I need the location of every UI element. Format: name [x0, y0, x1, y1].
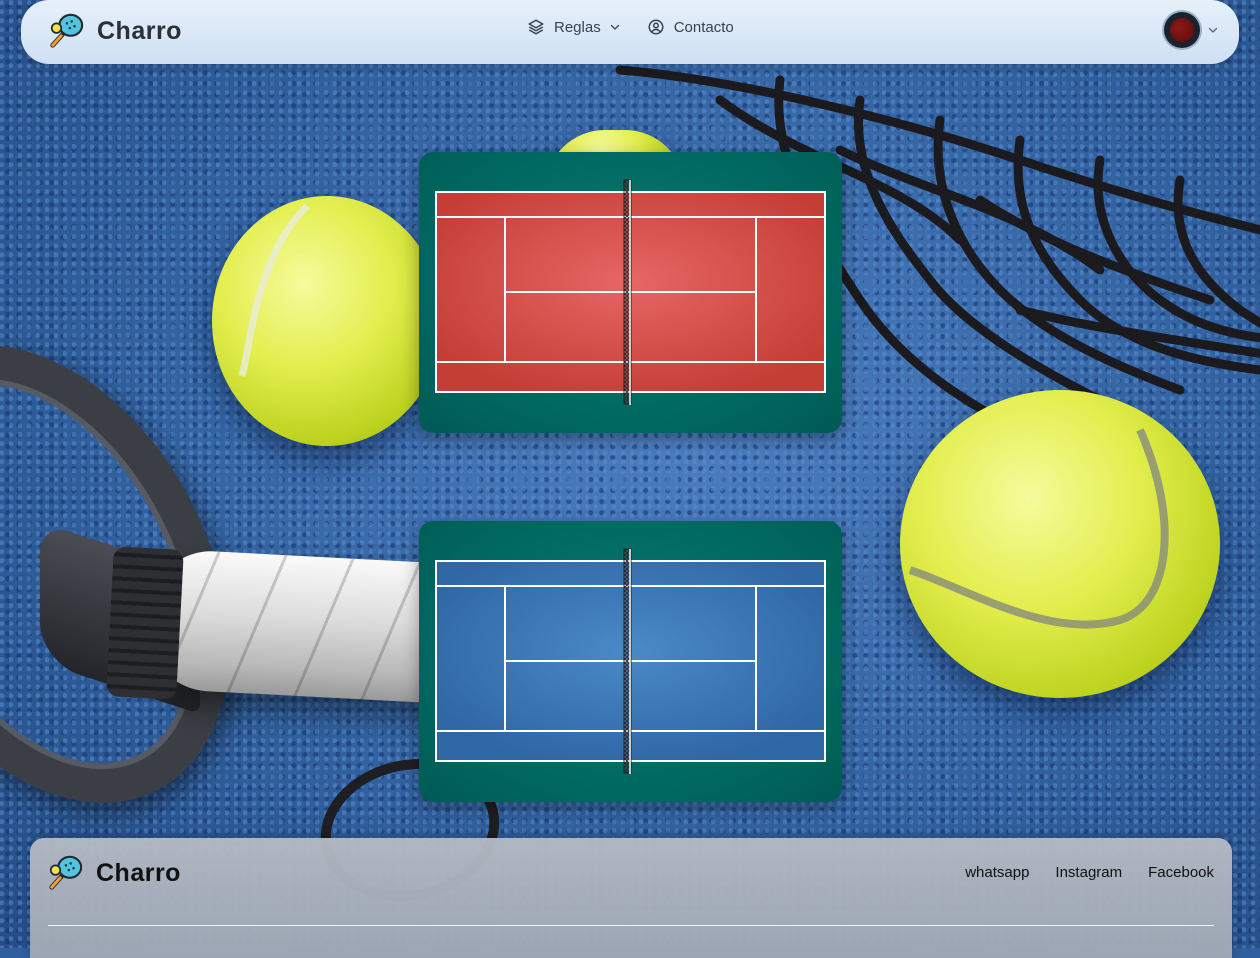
footer-link-facebook[interactable]: Facebook [1148, 864, 1214, 881]
footer-divider [48, 925, 1214, 926]
tennis-ball-right [900, 390, 1220, 698]
padel-racket-ball-icon [50, 13, 84, 48]
footer-links: whatsapp Instagram Facebook [965, 864, 1214, 881]
brand-link[interactable]: Charro [47, 12, 182, 50]
footer-link-whatsapp[interactable]: whatsapp [965, 864, 1029, 881]
avatar [1164, 12, 1200, 48]
site-footer: Charro whatsapp Instagram Facebook [30, 838, 1232, 958]
brand-name: Charro [97, 16, 182, 45]
tennis-ball-left [212, 196, 442, 446]
main-nav: Reglas Contacto [527, 18, 742, 36]
nav-reglas-dropdown[interactable]: Reglas [527, 18, 621, 36]
clay-court-diagram [435, 179, 826, 405]
nav-reglas-label: Reglas [554, 18, 601, 36]
footer-brand-name: Charro [96, 858, 181, 887]
chevron-down-icon [610, 24, 619, 30]
padel-racket-collar-image [106, 546, 184, 700]
padel-racket-grip-image [146, 548, 454, 704]
layers-icon [528, 19, 544, 35]
hard-court-diagram [435, 548, 826, 774]
footer-link-instagram[interactable]: Instagram [1055, 864, 1122, 881]
top-navbar: Charro Reglas Contacto [21, 0, 1239, 64]
nav-contacto-label: Contacto [673, 18, 734, 36]
background-photo [0, 0, 1260, 948]
user-circle-icon [648, 19, 664, 35]
user-menu-button[interactable] [1164, 12, 1219, 48]
footer-brand-link[interactable]: Charro [46, 854, 181, 892]
clay-court-card[interactable] [419, 152, 842, 433]
padel-racket-ball-icon [49, 855, 83, 890]
chevron-down-icon [1208, 27, 1218, 33]
hard-court-card[interactable] [419, 521, 842, 802]
nav-contacto-link[interactable]: Contacto [647, 18, 742, 36]
